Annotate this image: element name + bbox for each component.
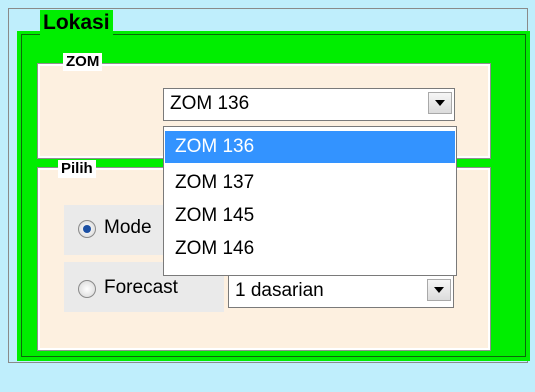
chevron-down-icon: [435, 100, 445, 106]
zom-option[interactable]: ZOM 145: [165, 200, 455, 232]
zom-combobox[interactable]: ZOM 136: [163, 88, 455, 121]
pilih-group-label: Pilih: [58, 160, 96, 178]
zom-combobox-value: ZOM 136: [170, 93, 250, 114]
chevron-down-icon: [434, 287, 444, 293]
lokasi-title: Lokasi: [40, 10, 113, 36]
dasarian-combobox-value: 1 dasarian: [235, 280, 324, 301]
zom-group-label: ZOM: [63, 53, 103, 71]
model-radio-label[interactable]: Mode: [104, 217, 152, 239]
dasarian-dropdown-button[interactable]: [427, 279, 451, 301]
zom-dropdown-button[interactable]: [428, 92, 452, 114]
zom-option[interactable]: ZOM 146: [165, 233, 455, 265]
forecast-radio[interactable]: [78, 280, 96, 298]
model-radio[interactable]: [78, 220, 96, 238]
zom-dropdown-list: ZOM 136 ZOM 137 ZOM 145 ZOM 146: [163, 126, 457, 276]
forecast-radio-label[interactable]: Forecast: [104, 277, 178, 299]
zom-option[interactable]: ZOM 136: [165, 131, 455, 163]
zom-option[interactable]: ZOM 137: [165, 167, 455, 199]
dasarian-combobox[interactable]: 1 dasarian: [228, 275, 454, 308]
